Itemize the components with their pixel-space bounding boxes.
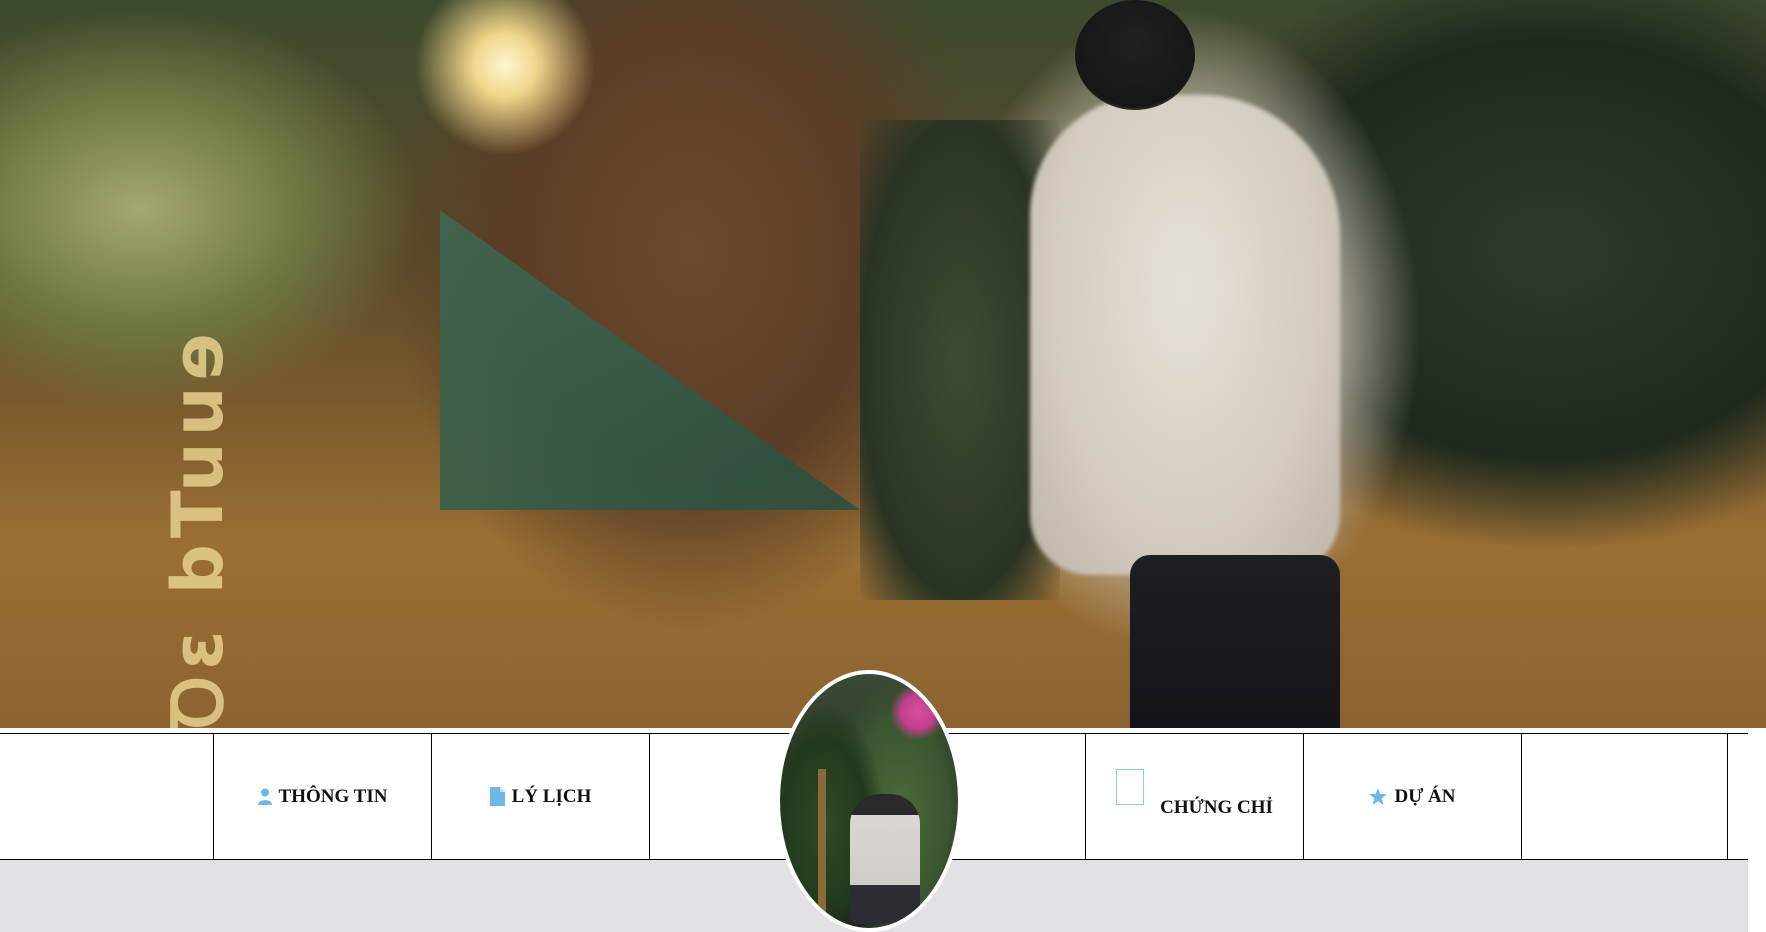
cover-ramp: [440, 210, 860, 510]
user-icon: [257, 788, 272, 805]
avatar-photo: [780, 674, 958, 928]
cover-person-legs: [1130, 555, 1340, 728]
nav-item-ly-lich[interactable]: LÝ LỊCH: [432, 734, 650, 859]
nav-item-label: LÝ LỊCH: [511, 785, 592, 807]
nav-item-du-an[interactable]: DỰ ÁN: [1304, 734, 1522, 859]
star-icon: [1369, 788, 1388, 805]
nav-item-label: DỰ ÁN: [1394, 785, 1456, 807]
nav-empty-right: [1522, 734, 1728, 859]
nav-item-thong-tin[interactable]: THÔNG TIN: [214, 734, 432, 859]
cover-person: [1030, 95, 1340, 575]
cover-person-head: [1075, 0, 1195, 110]
nav-item-chung-chi[interactable]: CHỨNG CHỈ: [1086, 734, 1304, 859]
cover-overlay-text: Ꝺε bTuuɘ: [157, 326, 239, 728]
avatar-photo-person: [850, 794, 920, 924]
nav-item-label: CHỨNG CHỈ: [1160, 796, 1273, 818]
cover-photo: Ꝺε bTuuɘ: [0, 0, 1766, 728]
certificate-icon: [1116, 768, 1145, 805]
avatar[interactable]: [776, 670, 962, 932]
avatar-photo-post: [818, 769, 826, 928]
nav-empty-left: [0, 734, 214, 859]
document-icon: [489, 787, 505, 806]
nav-item-label: THÔNG TIN: [278, 785, 388, 807]
